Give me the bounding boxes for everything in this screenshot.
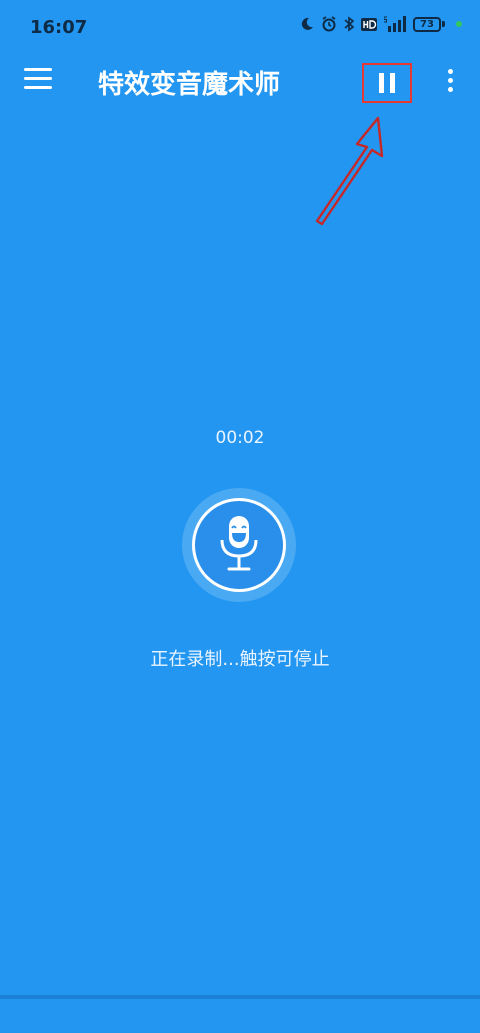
hd-icon xyxy=(361,17,377,31)
more-vert-icon xyxy=(447,69,453,74)
mic-ring xyxy=(192,498,286,592)
menu-icon xyxy=(24,68,52,71)
more-options-button[interactable] xyxy=(443,69,457,95)
pause-button[interactable] xyxy=(362,63,412,103)
status-icons: 73 xyxy=(300,16,462,32)
annotation-arrow xyxy=(315,116,384,226)
app-title: 特效变音魔术师 xyxy=(98,70,281,100)
recording-hint: 正在录制...触按可停止 xyxy=(150,649,330,670)
microphone-icon xyxy=(220,516,258,571)
status-bar: 16:07 73 xyxy=(0,0,480,50)
menu-button[interactable] xyxy=(24,68,52,90)
status-dot xyxy=(456,21,462,27)
battery-indicator: 73 xyxy=(413,16,445,32)
bluetooth-icon xyxy=(344,16,354,32)
record-button[interactable] xyxy=(182,488,296,602)
signal-5g-icon xyxy=(384,16,406,32)
alarm-icon xyxy=(321,16,337,32)
moon-icon xyxy=(300,17,314,31)
pause-icon xyxy=(379,73,395,93)
bottom-divider xyxy=(0,995,480,999)
app-toolbar: 特效变音魔术师 xyxy=(0,50,480,112)
recording-timer: 00:02 xyxy=(215,428,265,448)
status-time: 16:07 xyxy=(30,17,88,38)
battery-level: 73 xyxy=(413,16,441,32)
